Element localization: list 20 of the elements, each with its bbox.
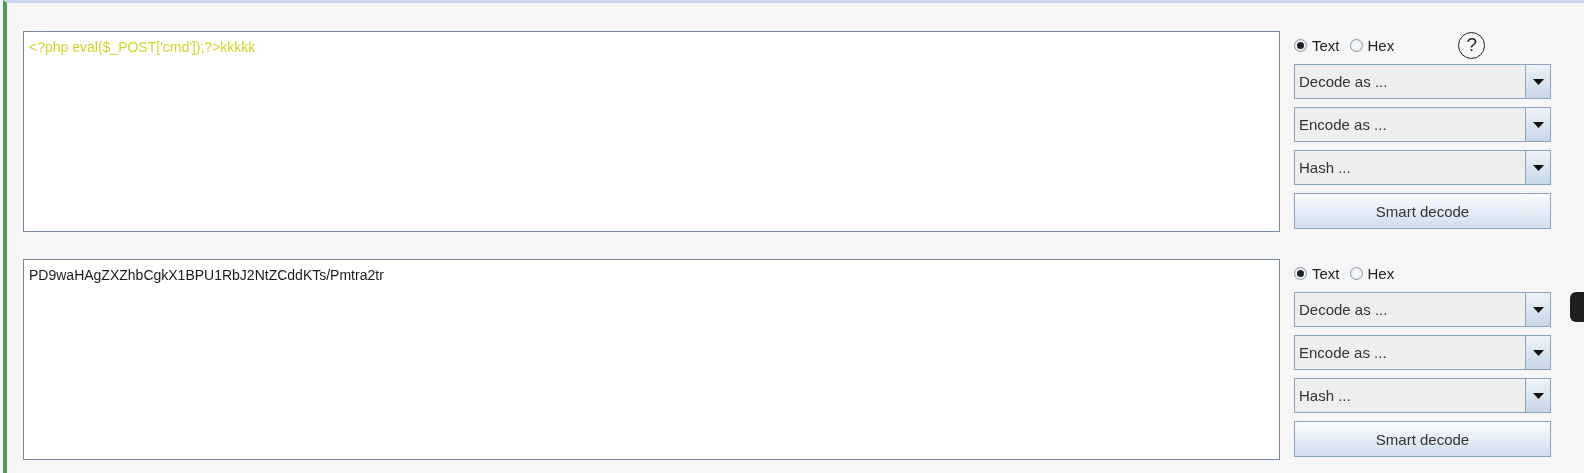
- caret-icon: [1532, 121, 1544, 128]
- dropdown[interactable]: Hash ...: [1294, 150, 1551, 185]
- caret-icon: [1532, 164, 1544, 171]
- dropdown[interactable]: Encode as ...: [1294, 335, 1551, 370]
- smart-decode-button[interactable]: Smart decode: [1294, 193, 1551, 229]
- radio-button[interactable]: Hex: [1349, 264, 1395, 282]
- dropdown[interactable]: Hash ...: [1294, 378, 1551, 413]
- radio-button[interactable]: Hex: [1349, 36, 1395, 54]
- caret-icon: [1532, 349, 1544, 356]
- ime-badge: [1570, 292, 1584, 322]
- caret-icon: [1532, 78, 1544, 85]
- caret-icon: [1532, 306, 1544, 313]
- caret-icon: [1532, 392, 1544, 399]
- dropdown[interactable]: Decode as ...: [1294, 292, 1551, 327]
- text-area[interactable]: PD9waHAgZXZhbCgkX1BPU1RbJ2NtZCddKTs/Pmtra2tr: [23, 259, 1280, 460]
- dropdown[interactable]: Decode as ...: [1294, 64, 1551, 99]
- radio-button[interactable]: Text: [1294, 264, 1340, 282]
- radio-button[interactable]: Text: [1294, 36, 1340, 54]
- smart-decode-button[interactable]: Smart decode: [1294, 421, 1551, 457]
- dropdown[interactable]: Encode as ...: [1294, 107, 1551, 142]
